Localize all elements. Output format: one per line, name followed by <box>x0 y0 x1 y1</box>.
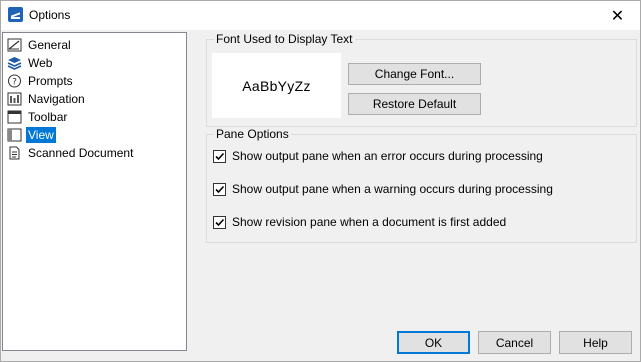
option-warning-pane[interactable]: Show output pane when a warning occurs d… <box>213 182 553 196</box>
help-button[interactable]: Help <box>559 331 632 354</box>
change-font-button[interactable]: Change Font... <box>348 63 481 85</box>
toolbar-icon <box>7 110 22 124</box>
options-dialog: Options ✕ General Web ? Prompts Navigati… <box>0 0 641 362</box>
restore-default-button[interactable]: Restore Default <box>348 93 481 115</box>
checkmark-icon <box>215 152 225 160</box>
close-button[interactable]: ✕ <box>595 1 640 30</box>
tree-item-label: General <box>28 37 71 52</box>
tree-item-view[interactable]: View <box>7 126 56 143</box>
error-pane-checkbox[interactable] <box>213 149 226 163</box>
tree-item-navigation[interactable]: Navigation <box>7 90 87 107</box>
checkmark-icon <box>215 218 225 226</box>
pane-options-title: Pane Options <box>214 127 291 141</box>
tree-item-label: View <box>26 126 56 143</box>
option-label: Show output pane when a warning occurs d… <box>232 182 553 196</box>
question-icon: ? <box>7 74 22 88</box>
tree-item-general[interactable]: General <box>7 36 73 53</box>
tree-item-toolbar[interactable]: Toolbar <box>7 108 69 125</box>
tree-item-prompts[interactable]: ? Prompts <box>7 72 75 89</box>
view-icon <box>7 128 22 142</box>
option-label: Show revision pane when a document is fi… <box>232 215 507 229</box>
svg-text:?: ? <box>12 77 17 87</box>
app-icon <box>8 7 23 22</box>
web-layers-icon <box>7 56 22 70</box>
window-title: Options <box>29 8 71 22</box>
option-label: Show output pane when an error occurs du… <box>232 149 543 163</box>
title-bar: Options ✕ <box>1 1 640 30</box>
document-icon <box>7 146 22 160</box>
tree-item-web[interactable]: Web <box>7 54 54 71</box>
option-revision-pane[interactable]: Show revision pane when a document is fi… <box>213 215 506 229</box>
tree-item-scanned-document[interactable]: Scanned Document <box>7 144 135 161</box>
tree-item-label: Web <box>28 55 53 70</box>
option-error-pane[interactable]: Show output pane when an error occurs du… <box>213 149 543 163</box>
tree-item-label: Navigation <box>28 91 85 106</box>
ok-button[interactable]: OK <box>397 331 470 354</box>
revision-pane-checkbox[interactable] <box>213 215 226 229</box>
general-icon <box>7 38 22 52</box>
tree-item-label: Prompts <box>28 73 73 88</box>
navigation-icon <box>7 92 22 106</box>
font-sample-preview: AaBbYyZz <box>212 53 341 118</box>
warning-pane-checkbox[interactable] <box>213 182 226 196</box>
category-tree[interactable]: General Web ? Prompts Navigation Toolbar <box>2 32 187 351</box>
cancel-button[interactable]: Cancel <box>478 331 551 354</box>
tree-item-label: Scanned Document <box>28 145 134 160</box>
font-group-title: Font Used to Display Text <box>214 32 355 46</box>
checkmark-icon <box>215 185 225 193</box>
tree-item-label: Toolbar <box>28 109 68 124</box>
